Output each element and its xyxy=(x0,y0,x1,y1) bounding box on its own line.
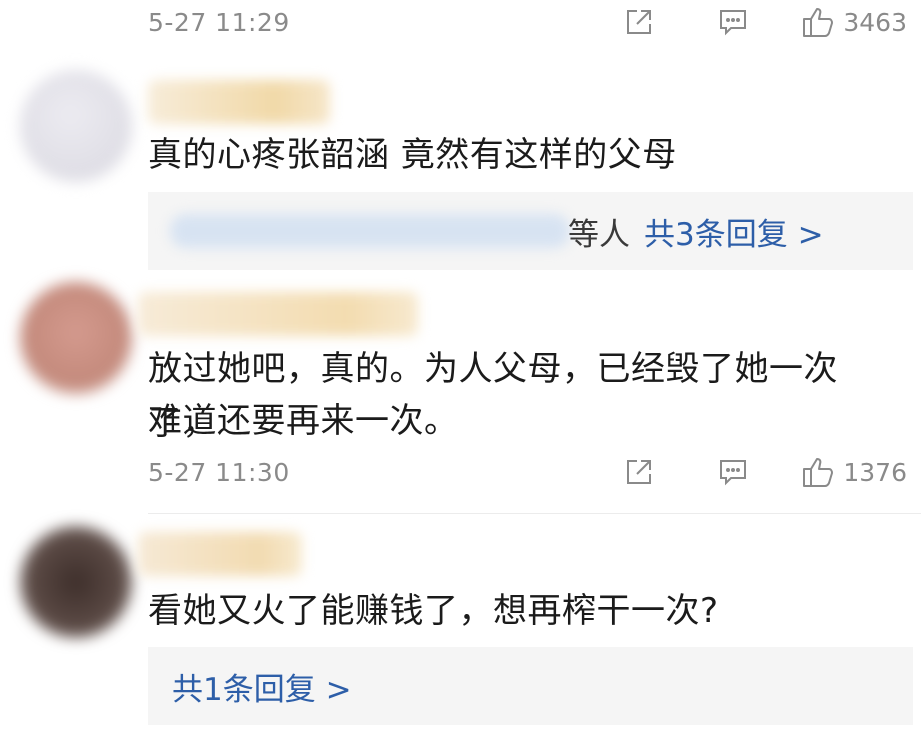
view-replies-link[interactable]: 共1条回复 > xyxy=(172,664,352,709)
avatar[interactable] xyxy=(20,70,132,182)
comment-actions: 1376 xyxy=(621,454,907,490)
thumbs-up-icon xyxy=(801,454,835,490)
reply-summary-box[interactable]: 等人 共3条回复 > xyxy=(148,192,913,270)
comment-timestamp: 5-27 11:29 xyxy=(148,7,290,37)
comment-text: 真的心疼张韶涵 竟然有这样的父母 xyxy=(148,135,677,175)
reply-prefix: 等人 xyxy=(568,216,630,253)
like-button[interactable]: 1376 xyxy=(801,454,907,490)
comment-icon[interactable] xyxy=(715,4,751,40)
avatar[interactable] xyxy=(20,282,132,394)
comment-icon[interactable] xyxy=(715,454,751,490)
like-button[interactable]: 3463 xyxy=(801,4,907,40)
comment-meta-row-2: 5-27 11:30 1376 xyxy=(148,452,907,492)
share-icon[interactable] xyxy=(621,454,657,490)
view-replies-link[interactable]: 共3条回复 > xyxy=(644,209,824,254)
comment-text-line-2: 难道还要再来一次。 xyxy=(148,401,459,441)
comment-text: 看她又火了能赚钱了，想再榨干一次? xyxy=(148,591,719,631)
share-icon[interactable] xyxy=(621,4,657,40)
comment-meta-row-1: 5-27 11:29 3463 xyxy=(148,2,907,42)
username-blurred[interactable] xyxy=(138,532,302,576)
divider xyxy=(148,513,921,514)
username-blurred[interactable] xyxy=(138,292,418,336)
comment-actions: 3463 xyxy=(621,4,907,40)
thumbs-up-icon xyxy=(801,4,835,40)
like-count: 3463 xyxy=(843,7,907,37)
like-count: 1376 xyxy=(843,457,907,487)
avatar[interactable] xyxy=(20,526,132,638)
username-blurred[interactable] xyxy=(148,80,330,124)
replier-names-blurred xyxy=(170,214,570,248)
comment-timestamp: 5-27 11:30 xyxy=(148,457,290,487)
reply-summary-box[interactable]: 共1条回复 > xyxy=(148,647,913,725)
